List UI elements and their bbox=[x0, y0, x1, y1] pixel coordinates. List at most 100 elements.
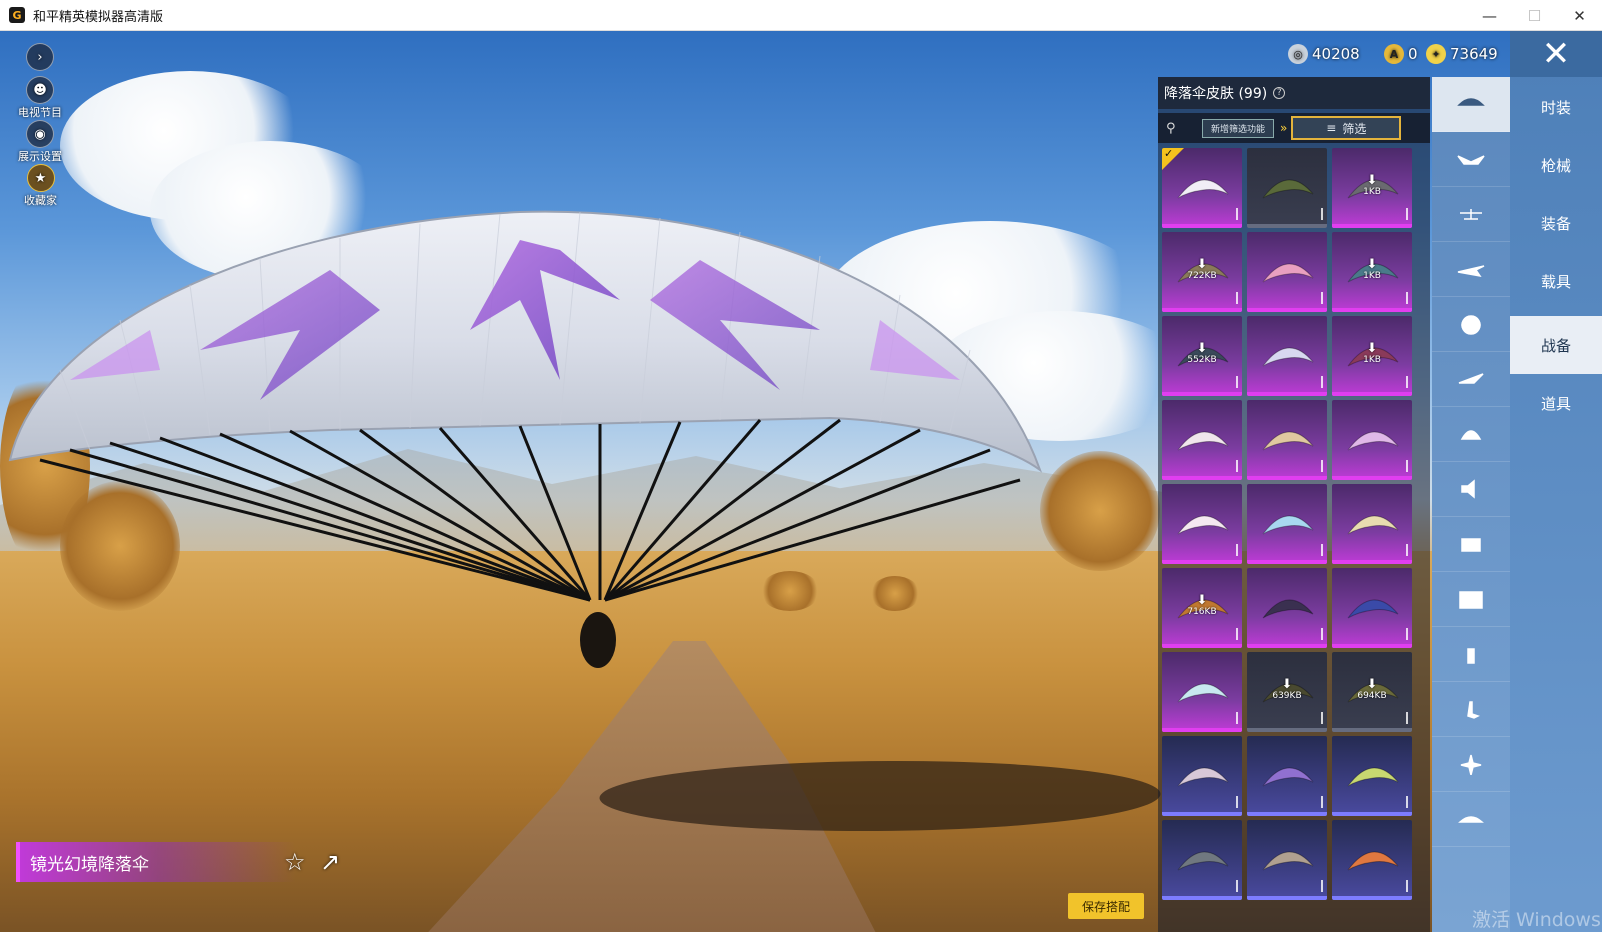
help-icon[interactable]: ? bbox=[1273, 87, 1286, 99]
download-indicator: ⬇ 694KB bbox=[1332, 678, 1412, 701]
skin-tile[interactable] bbox=[1332, 400, 1412, 480]
skin-tile[interactable] bbox=[1162, 736, 1242, 816]
skin-tile[interactable]: ⬇ 1KB bbox=[1332, 232, 1412, 312]
maximize-button[interactable]: ☐ bbox=[1512, 0, 1557, 31]
minimize-button[interactable]: — bbox=[1467, 0, 1512, 31]
tv-program-button[interactable]: ☻ 电视节目 bbox=[18, 76, 62, 120]
rarity-strip bbox=[1162, 896, 1242, 900]
skin-tile[interactable]: ⬇ 639KB bbox=[1247, 652, 1327, 732]
filter-button[interactable]: ≡ 筛选 bbox=[1291, 116, 1402, 140]
skin-tile[interactable] bbox=[1162, 400, 1242, 480]
rarity-strip bbox=[1247, 560, 1327, 564]
star-icon[interactable]: ☆ bbox=[284, 848, 306, 876]
tile-indicator bbox=[1321, 460, 1323, 472]
close-window-button[interactable]: ✕ bbox=[1557, 0, 1602, 31]
sound-icon bbox=[1461, 479, 1475, 499]
subcategory-sound[interactable] bbox=[1432, 462, 1510, 517]
skin-tile[interactable]: ⬇ 722KB bbox=[1162, 232, 1242, 312]
subcategory-image[interactable] bbox=[1432, 572, 1510, 627]
filter-label: 筛选 bbox=[1342, 121, 1367, 136]
subcategory-sparkle[interactable] bbox=[1432, 737, 1510, 792]
download-size: 552KB bbox=[1187, 355, 1217, 365]
tab-vehicles[interactable]: 载具 bbox=[1510, 252, 1602, 310]
download-indicator: ⬇ 639KB bbox=[1247, 678, 1327, 701]
tab-items[interactable]: 道具 bbox=[1510, 374, 1602, 432]
skin-tile[interactable] bbox=[1247, 484, 1327, 564]
parachute-thumbnail bbox=[1262, 515, 1314, 535]
tile-indicator bbox=[1406, 208, 1408, 220]
eye-icon: ◉ bbox=[26, 120, 54, 148]
subcategory-helmet[interactable] bbox=[1432, 407, 1510, 462]
skin-tile[interactable] bbox=[1247, 568, 1327, 648]
close-icon[interactable]: ✕ bbox=[1510, 31, 1602, 77]
skin-tile[interactable] bbox=[1247, 736, 1327, 816]
skin-tile[interactable]: ⬇ 1KB bbox=[1332, 316, 1412, 396]
subcategory-parachute[interactable] bbox=[1432, 77, 1510, 132]
skin-tile[interactable]: ⬇ 716KB bbox=[1162, 568, 1242, 648]
download-indicator: ⬇ 552KB bbox=[1162, 342, 1242, 365]
tile-indicator bbox=[1406, 292, 1408, 304]
skin-tile[interactable] bbox=[1332, 736, 1412, 816]
tab-fashion[interactable]: 时装 bbox=[1510, 78, 1602, 136]
currency-gold-a-value: 0 bbox=[1408, 45, 1418, 63]
subcategory-drone[interactable] bbox=[1432, 187, 1510, 242]
skin-tile[interactable] bbox=[1247, 316, 1327, 396]
skin-tile[interactable] bbox=[1247, 400, 1327, 480]
collector-button[interactable]: ★ 收藏家 bbox=[24, 164, 57, 208]
subcategory-plane[interactable] bbox=[1432, 242, 1510, 297]
currency-gold-a: A 0 bbox=[1384, 42, 1418, 66]
wings-icon bbox=[1457, 155, 1485, 165]
rarity-strip bbox=[1332, 812, 1412, 816]
search-icon[interactable]: ⚲ bbox=[1166, 121, 1188, 136]
tile-indicator bbox=[1321, 292, 1323, 304]
skin-tile[interactable] bbox=[1162, 652, 1242, 732]
tab-weapons[interactable]: 枪械 bbox=[1510, 136, 1602, 194]
mascot-icon bbox=[1461, 538, 1481, 552]
tab-equipment[interactable]: 装备 bbox=[1510, 194, 1602, 252]
rarity-strip bbox=[1162, 392, 1242, 396]
tile-indicator bbox=[1236, 376, 1238, 388]
skin-tile[interactable] bbox=[1247, 232, 1327, 312]
subcategory-tap[interactable] bbox=[1432, 682, 1510, 737]
skin-tile[interactable]: ⬇ 694KB bbox=[1332, 652, 1412, 732]
skin-tile[interactable]: ⬇ 1KB bbox=[1332, 148, 1412, 228]
skin-tile[interactable] bbox=[1247, 148, 1327, 228]
rarity-strip bbox=[1247, 728, 1327, 732]
dish-icon bbox=[1458, 816, 1484, 823]
tab-battle-gear[interactable]: 战备 bbox=[1510, 316, 1602, 374]
share-icon[interactable]: ↗ bbox=[320, 848, 340, 876]
tile-indicator bbox=[1236, 712, 1238, 724]
parachute-thumbnail bbox=[1347, 515, 1399, 535]
subcategory-wings[interactable] bbox=[1432, 132, 1510, 187]
subcategory-spray[interactable] bbox=[1432, 627, 1510, 682]
parachute-thumbnail bbox=[1262, 851, 1314, 871]
tile-indicator bbox=[1236, 544, 1238, 556]
download-indicator: ⬇ 716KB bbox=[1162, 594, 1242, 617]
skin-tile[interactable] bbox=[1332, 568, 1412, 648]
subcategory-mascot[interactable] bbox=[1432, 517, 1510, 572]
subcategory-dish[interactable] bbox=[1432, 792, 1510, 847]
skin-tile[interactable] bbox=[1162, 820, 1242, 900]
download-indicator: ⬇ 1KB bbox=[1332, 342, 1412, 365]
download-size: 1KB bbox=[1363, 271, 1381, 281]
expand-panel-button[interactable]: › bbox=[26, 43, 54, 71]
image-icon bbox=[1459, 591, 1483, 609]
glider-icon bbox=[1458, 373, 1484, 384]
subcategory-face[interactable] bbox=[1432, 297, 1510, 352]
skin-tile[interactable] bbox=[1247, 820, 1327, 900]
new-filter-tag: 新增筛选功能 bbox=[1202, 118, 1274, 138]
cloud bbox=[150, 141, 390, 281]
skin-tile[interactable] bbox=[1162, 484, 1242, 564]
subcategory-glider[interactable] bbox=[1432, 352, 1510, 407]
rarity-strip bbox=[1332, 476, 1412, 480]
skin-tile[interactable]: ✓ bbox=[1162, 148, 1242, 228]
rarity-strip bbox=[1162, 728, 1242, 732]
display-settings-button[interactable]: ◉ 展示设置 bbox=[18, 120, 62, 164]
save-outfit-button[interactable]: 保存搭配 bbox=[1068, 893, 1144, 919]
skin-tile[interactable]: ⬇ 552KB bbox=[1162, 316, 1242, 396]
tree bbox=[60, 481, 180, 611]
skin-tile[interactable] bbox=[1332, 820, 1412, 900]
tile-indicator bbox=[1321, 628, 1323, 640]
skin-tile[interactable] bbox=[1332, 484, 1412, 564]
tile-indicator bbox=[1321, 544, 1323, 556]
